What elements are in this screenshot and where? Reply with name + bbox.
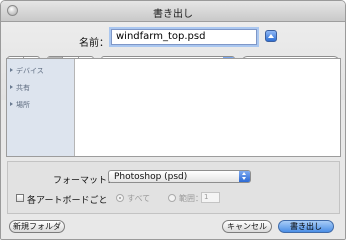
cancel-button[interactable]: キャンセル xyxy=(222,220,272,233)
expand-dialog-button[interactable] xyxy=(265,30,277,42)
file-browser: デバイス 共有 場所 xyxy=(6,58,341,157)
sidebar-item-label: 場所 xyxy=(16,101,30,109)
artboard-checkbox[interactable] xyxy=(16,194,24,202)
format-popup[interactable]: Photoshop (psd) xyxy=(108,170,251,183)
disclosure-triangle-icon xyxy=(10,102,13,106)
radio-range-label: 範囲： xyxy=(179,194,203,203)
range-input[interactable]: 1 xyxy=(201,192,220,203)
radio-all[interactable] xyxy=(116,194,124,202)
export-dialog: 書き出し 名前： windfarm_top.psd デバイス 共有 場所 フォー… xyxy=(0,0,346,240)
chevron-up-icon xyxy=(268,34,274,38)
sidebar: デバイス 共有 場所 xyxy=(7,59,75,156)
export-button[interactable]: 書き出し xyxy=(278,220,334,233)
radio-all-label: すべて xyxy=(127,194,151,203)
export-options: フォーマット： Photoshop (psd) 各アートボードごと すべて 範囲… xyxy=(7,161,340,214)
window-title: 書き出し xyxy=(153,9,193,20)
popup-arrows-icon xyxy=(239,171,250,182)
sidebar-item-label: デバイス xyxy=(16,67,44,75)
format-value: Photoshop (psd) xyxy=(114,172,188,182)
filename-input[interactable]: windfarm_top.psd xyxy=(111,29,257,45)
sidebar-item-label: 共有 xyxy=(16,84,30,92)
sidebar-item-places[interactable]: 場所 xyxy=(10,100,30,110)
title-bar: 書き出し xyxy=(1,1,345,22)
disclosure-triangle-icon xyxy=(10,85,13,89)
sidebar-item-shared[interactable]: 共有 xyxy=(10,83,30,93)
name-label: 名前： xyxy=(79,38,109,49)
new-folder-button[interactable]: 新規フォルダ xyxy=(9,220,65,233)
artboard-checkbox-label: 各アートボードごと xyxy=(27,196,108,206)
sidebar-item-devices[interactable]: デバイス xyxy=(10,66,44,76)
disclosure-triangle-icon xyxy=(10,68,13,72)
radio-range[interactable] xyxy=(168,194,176,202)
options-area: フォーマット： Photoshop (psd) 各アートボードごと すべて 範囲… xyxy=(1,159,345,239)
format-label: フォーマット： xyxy=(53,176,117,186)
